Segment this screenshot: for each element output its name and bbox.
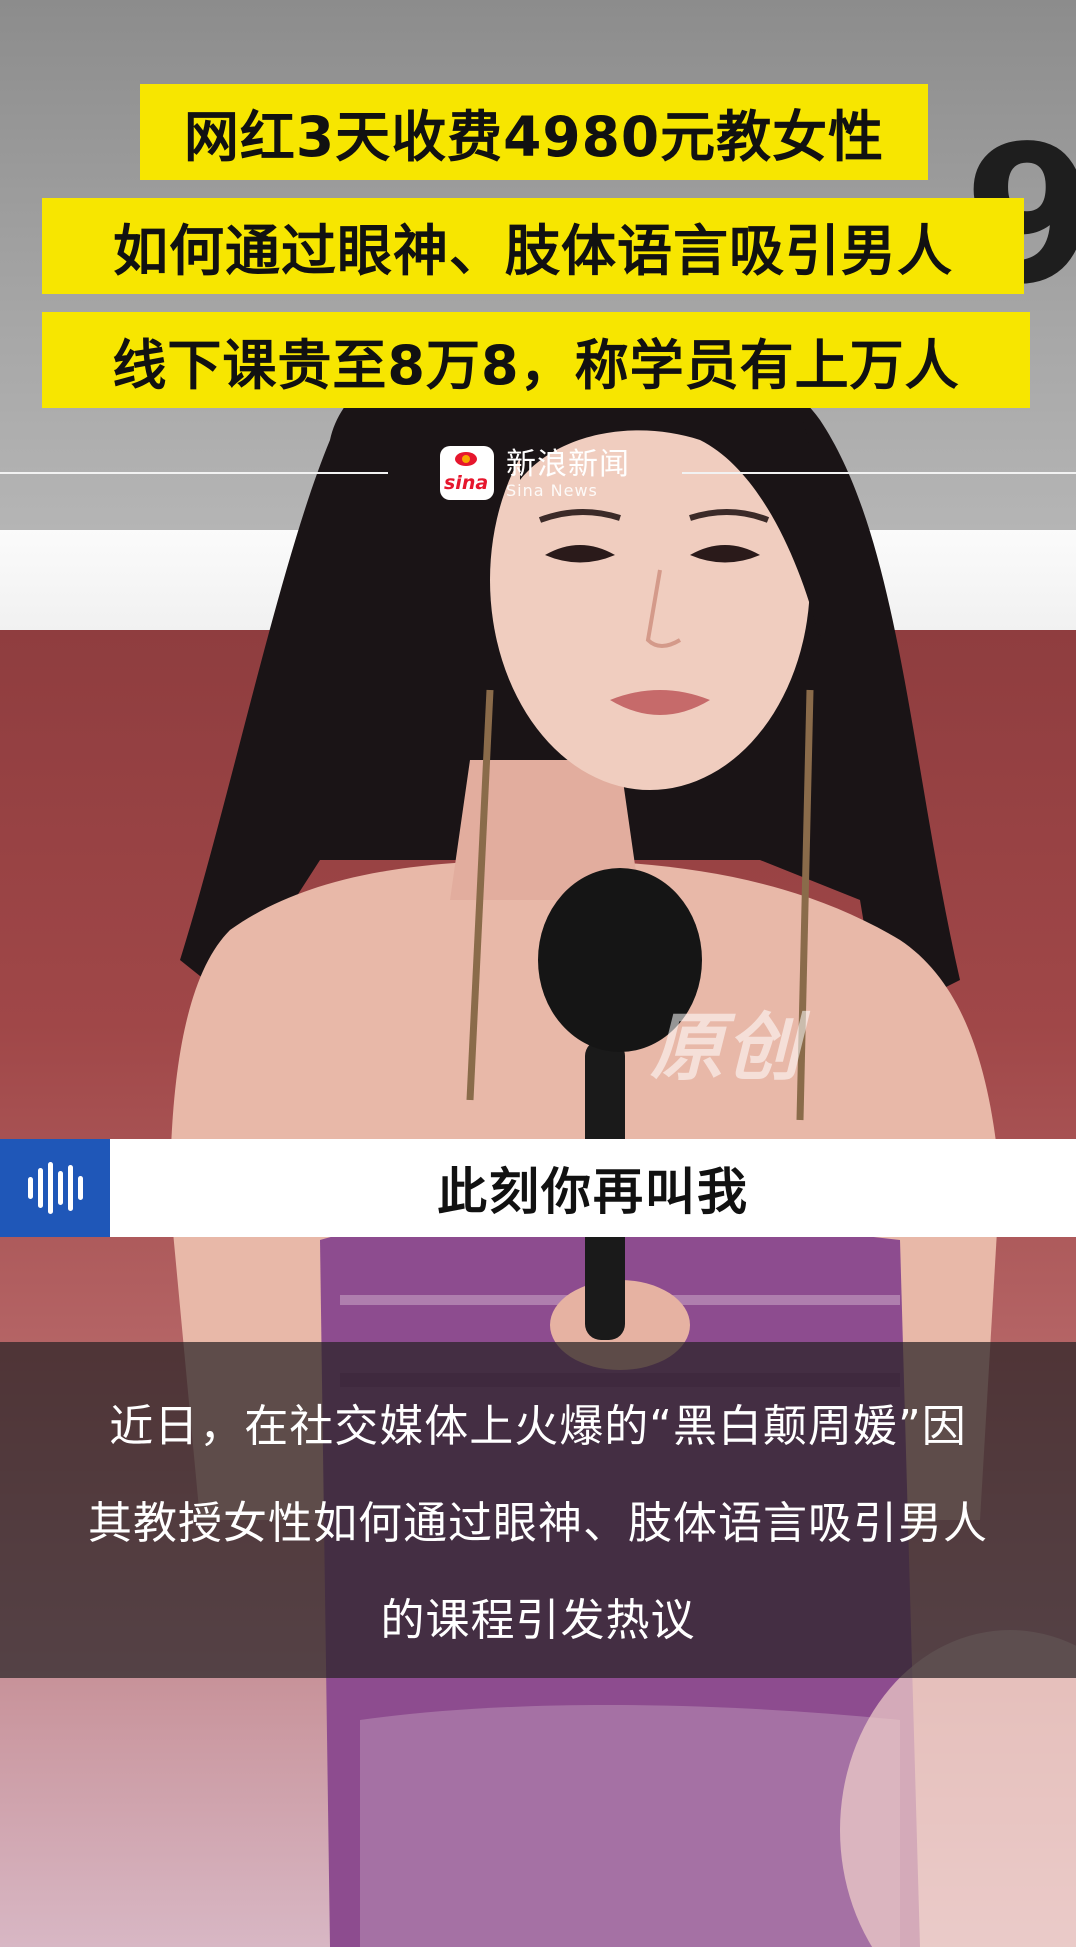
headline-line-3: 线下课贵至8万8，称学员有上万人 [42,312,1030,408]
divider-right [682,472,1076,474]
divider-left [0,472,388,474]
music-bar[interactable]: 此刻你再叫我 [0,1139,1076,1237]
caption-line-2: 其教授女性如何通过眼神、肢体语言吸引男人 [88,1498,988,1549]
source-name-en: Sina News [506,481,598,500]
headline-line-2: 如何通过眼神、肢体语言吸引男人 [42,198,1024,294]
source-label: 新浪新闻 Sina News [506,449,630,501]
caption-line-3: 的课程引发热议 [380,1595,696,1646]
caption-line-1: 近日，在社交媒体上火爆的“黑白颠周媛”因 [109,1401,967,1452]
sound-wave-icon[interactable] [0,1139,110,1237]
video-frame[interactable]: 9 [0,0,1076,1947]
headline-line-1: 网红3天收费4980元教女性 [140,84,928,180]
sina-watermark: 原创 [650,1005,802,1091]
source-name-zh: 新浪新闻 [506,447,630,482]
song-title[interactable]: 此刻你再叫我 [110,1139,1076,1237]
sina-logo-icon: sina [440,446,494,500]
